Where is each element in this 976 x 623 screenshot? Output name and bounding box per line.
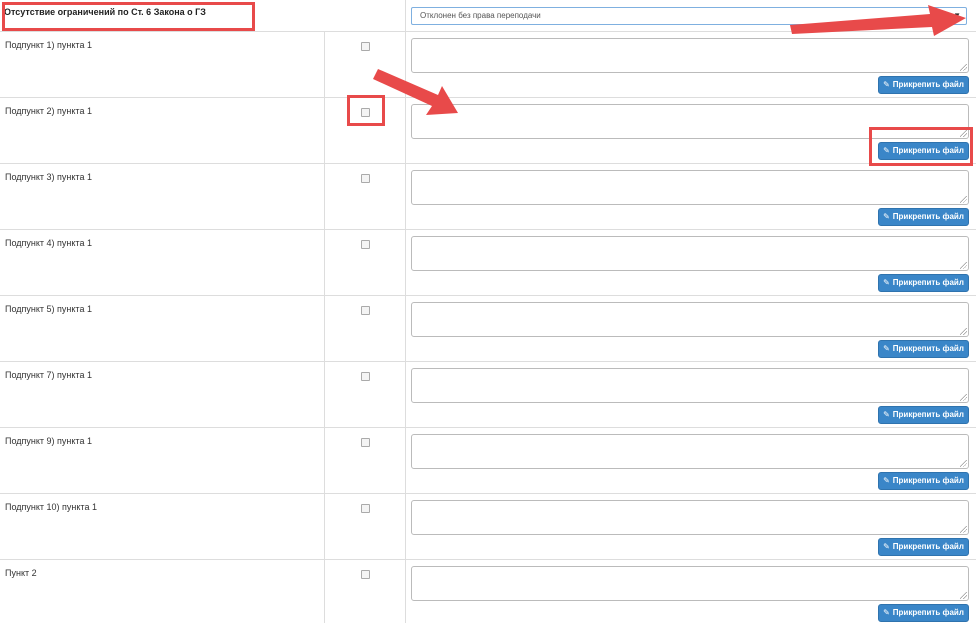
comment-textarea[interactable] — [411, 500, 969, 535]
resize-grip-icon[interactable] — [960, 460, 967, 467]
row-label: Подпункт 4) пункта 1 — [5, 238, 92, 248]
paperclip-icon: ✎ — [883, 146, 890, 155]
attach-file-label: Прикрепить файл — [892, 344, 964, 353]
section-title: Отсутствие ограничений по Ст. 6 Закона о… — [4, 7, 206, 17]
table-row: Подпункт 2) пункта 1 ✎ Прикрепить файл — [0, 98, 976, 164]
attach-file-label: Прикрепить файл — [892, 542, 964, 551]
attach-file-label: Прикрепить файл — [892, 146, 964, 155]
attach-file-button[interactable]: ✎ Прикрепить файл — [878, 274, 969, 292]
row-checkbox[interactable] — [361, 438, 370, 447]
table-row: Подпункт 3) пункта 1 ✎ Прикрепить файл — [0, 164, 976, 230]
row-label: Подпункт 7) пункта 1 — [5, 370, 92, 380]
attach-file-label: Прикрепить файл — [892, 278, 964, 287]
resize-grip-icon[interactable] — [960, 328, 967, 335]
comment-textarea[interactable] — [411, 104, 969, 139]
comment-textarea[interactable] — [411, 368, 969, 403]
row-label: Подпункт 10) пункта 1 — [5, 502, 97, 512]
row-checkbox[interactable] — [361, 240, 370, 249]
comment-textarea[interactable] — [411, 236, 969, 271]
comment-textarea[interactable] — [411, 170, 969, 205]
row-label: Подпункт 3) пункта 1 — [5, 172, 92, 182]
resize-grip-icon[interactable] — [960, 64, 967, 71]
attach-file-button[interactable]: ✎ Прикрепить файл — [878, 142, 969, 160]
status-select-value: Отклонен без права переподачи — [420, 11, 541, 20]
table-row: Подпункт 7) пункта 1 ✎ Прикрепить файл — [0, 362, 976, 428]
comment-textarea[interactable] — [411, 566, 969, 601]
resize-grip-icon[interactable] — [960, 196, 967, 203]
table-row: Подпункт 1) пункта 1 ✎ Прикрепить файл — [0, 32, 976, 98]
paperclip-icon: ✎ — [883, 212, 890, 221]
row-checkbox[interactable] — [361, 570, 370, 579]
resize-grip-icon[interactable] — [960, 526, 967, 533]
table-row: Подпункт 4) пункта 1 ✎ Прикрепить файл — [0, 230, 976, 296]
attach-file-label: Прикрепить файл — [892, 80, 964, 89]
comment-textarea[interactable] — [411, 38, 969, 73]
attach-file-button[interactable]: ✎ Прикрепить файл — [878, 538, 969, 556]
attach-file-button[interactable]: ✎ Прикрепить файл — [878, 604, 969, 622]
comment-textarea[interactable] — [411, 302, 969, 337]
paperclip-icon: ✎ — [883, 410, 890, 419]
status-select[interactable]: Отклонен без права переподачи ▼ — [411, 7, 967, 25]
row-label: Подпункт 2) пункта 1 — [5, 106, 92, 116]
table-row: Подпункт 10) пункта 1 ✎ Прикрепить файл — [0, 494, 976, 560]
dropdown-arrow-icon[interactable]: ▼ — [953, 8, 961, 24]
resize-grip-icon[interactable] — [960, 130, 967, 137]
row-checkbox[interactable] — [361, 108, 370, 117]
row-label: Пункт 2 — [5, 568, 37, 578]
attach-file-button[interactable]: ✎ Прикрепить файл — [878, 208, 969, 226]
paperclip-icon: ✎ — [883, 542, 890, 551]
comment-textarea[interactable] — [411, 434, 969, 469]
resize-grip-icon[interactable] — [960, 262, 967, 269]
restrictions-form: Отсутствие ограничений по Ст. 6 Закона о… — [0, 0, 976, 623]
attach-file-button[interactable]: ✎ Прикрепить файл — [878, 340, 969, 358]
resize-grip-icon[interactable] — [960, 394, 967, 401]
attach-file-label: Прикрепить файл — [892, 410, 964, 419]
attach-file-button[interactable]: ✎ Прикрепить файл — [878, 406, 969, 424]
row-checkbox[interactable] — [361, 306, 370, 315]
resize-grip-icon[interactable] — [960, 592, 967, 599]
attach-file-label: Прикрепить файл — [892, 212, 964, 221]
paperclip-icon: ✎ — [883, 278, 890, 287]
paperclip-icon: ✎ — [883, 476, 890, 485]
attach-file-label: Прикрепить файл — [892, 476, 964, 485]
attach-file-button[interactable]: ✎ Прикрепить файл — [878, 76, 969, 94]
row-checkbox[interactable] — [361, 372, 370, 381]
header-row: Отсутствие ограничений по Ст. 6 Закона о… — [0, 0, 976, 32]
attach-file-label: Прикрепить файл — [892, 608, 964, 617]
row-checkbox[interactable] — [361, 174, 370, 183]
row-label: Подпункт 9) пункта 1 — [5, 436, 92, 446]
table-row: Подпункт 9) пункта 1 ✎ Прикрепить файл — [0, 428, 976, 494]
row-label: Подпункт 1) пункта 1 — [5, 40, 92, 50]
paperclip-icon: ✎ — [883, 608, 890, 617]
attach-file-button[interactable]: ✎ Прикрепить файл — [878, 472, 969, 490]
row-checkbox[interactable] — [361, 42, 370, 51]
table-row: Подпункт 5) пункта 1 ✎ Прикрепить файл — [0, 296, 976, 362]
row-checkbox[interactable] — [361, 504, 370, 513]
table-row: Пункт 2 ✎ Прикрепить файл — [0, 560, 976, 623]
row-label: Подпункт 5) пункта 1 — [5, 304, 92, 314]
paperclip-icon: ✎ — [883, 80, 890, 89]
paperclip-icon: ✎ — [883, 344, 890, 353]
